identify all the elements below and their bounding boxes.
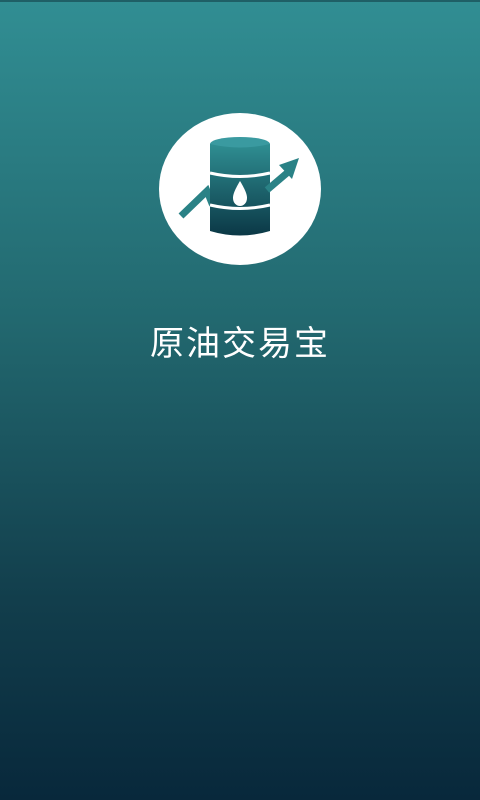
app-logo — [159, 113, 321, 265]
oil-barrel-rising-arrow-icon — [178, 137, 299, 236]
status-bar-edge — [0, 0, 480, 2]
app-title: 原油交易宝 — [150, 324, 330, 364]
splash-screen: 原油交易宝 — [0, 0, 480, 800]
